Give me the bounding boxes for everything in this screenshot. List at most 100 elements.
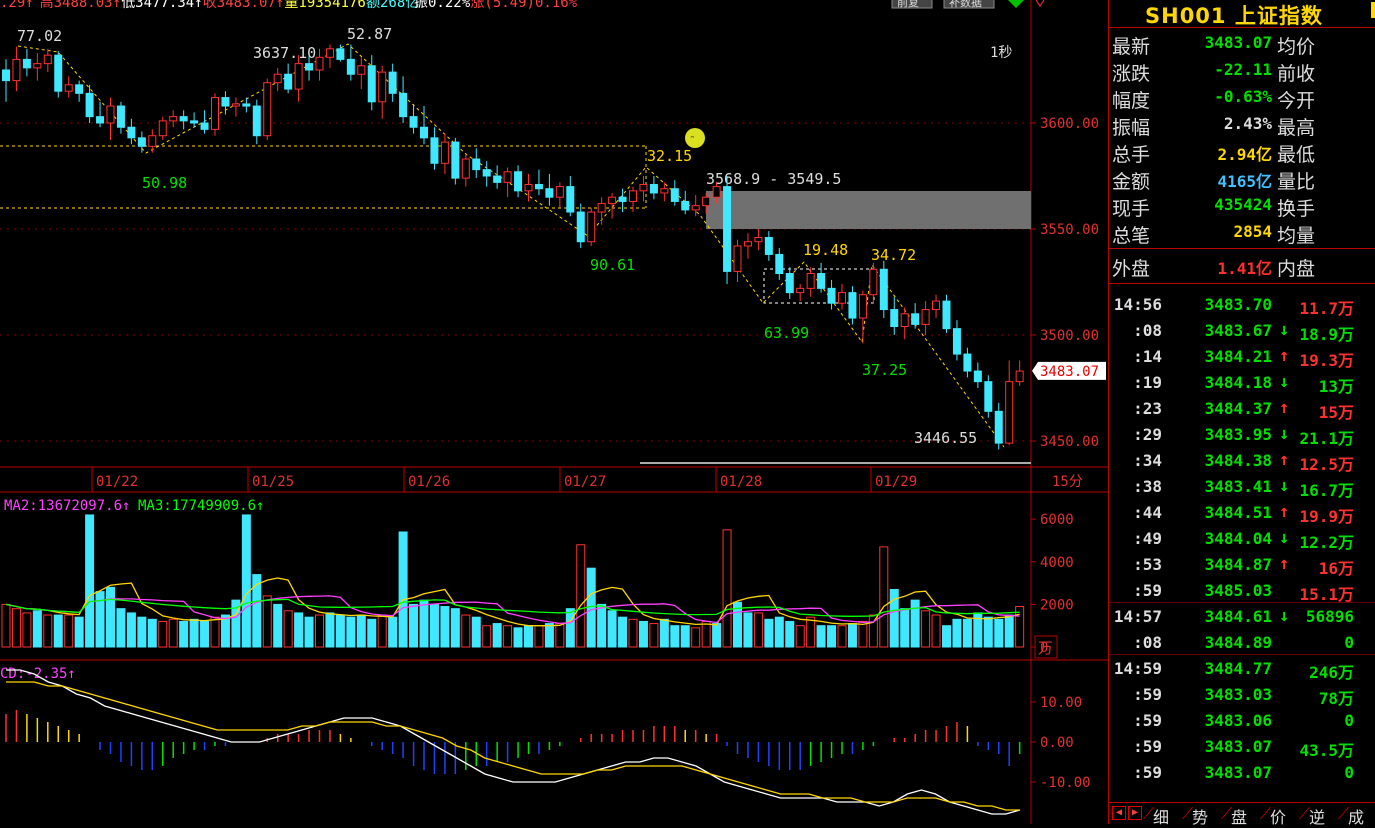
tick-arrow-icon: ↑: [1279, 450, 1290, 470]
tick-row[interactable]: 14:59 3484.77 246万: [1109, 655, 1375, 682]
chart-svg[interactable]: .29↑ 高3488.03↑ 低3477.34↑ 收3483.07↑ 量19354176…: [0, 0, 1108, 824]
volume-bar: [931, 614, 941, 648]
outer-label: 外盘: [1112, 258, 1151, 280]
candle-body: [367, 65, 376, 103]
volume-axis-label: 2000: [1040, 597, 1074, 613]
volume-bar: [638, 620, 648, 648]
volume-legend-0: MA2:13672097.6↑: [4, 498, 130, 514]
tick-row[interactable]: 14:56 3483.70 11.7万: [1109, 291, 1375, 318]
macd-dea-line: [6, 681, 1020, 811]
inner-label: 内盘: [1277, 258, 1316, 280]
candle-body: [576, 211, 585, 243]
candle-body: [629, 190, 637, 202]
candle-body: [869, 268, 878, 296]
date-label: 01/28: [720, 474, 762, 490]
candle-body: [754, 236, 763, 243]
candle-body: [116, 105, 125, 128]
quote-separator: [1109, 248, 1375, 249]
panel-tab[interactable]: 价: [1270, 804, 1286, 828]
candle-body: [357, 65, 366, 75]
tick-row[interactable]: 14:57 3484.61 ↓ 56896: [1109, 603, 1375, 629]
price-annotation: 34.72: [871, 246, 916, 264]
tick-row[interactable]: :38 3483.41 ↓ 16.7万: [1109, 473, 1375, 500]
panel-tab[interactable]: 成: [1348, 804, 1364, 828]
quote-label-2: 最低: [1277, 144, 1316, 166]
tick-arrow-icon: ↓: [1279, 320, 1290, 340]
quote-label-2: 最高: [1277, 117, 1316, 139]
tick-row[interactable]: :59 3483.07 0: [1109, 759, 1375, 785]
panel-tab[interactable]: 细: [1153, 804, 1169, 828]
tick-row[interactable]: :44 3484.51 ↑ 19.9万: [1109, 499, 1375, 526]
date-label: 01/22: [96, 474, 138, 490]
tick-row[interactable]: :14 3484.21 ↑ 19.3万: [1109, 343, 1375, 370]
volume-bar: [283, 610, 293, 648]
tick-time: :38: [1133, 477, 1162, 496]
price-annotation: 77.02: [17, 27, 62, 45]
panel-tab[interactable]: 逆: [1309, 804, 1325, 828]
tick-price: 3484.18: [1204, 373, 1272, 392]
candle-body: [169, 116, 178, 122]
volume-bar: [22, 612, 32, 648]
quote-panel: SH001 上证指数 最新 3483.07 均价 涨跌 -22.11 前收 幅度 -0.63%…: [1108, 0, 1375, 827]
quote-row: 涨跌 -22.11 前收: [1109, 57, 1375, 85]
tick-row[interactable]: :53 3484.87 ↑ 16万: [1109, 551, 1375, 578]
tick-row[interactable]: :19 3484.18 ↓ 13万: [1109, 369, 1375, 396]
topbar-button-label-1: 补数据: [949, 0, 982, 9]
topbar-item-4: 量19354176: [284, 0, 365, 11]
quote-label: 最新: [1112, 36, 1151, 58]
candle-body: [12, 58, 21, 82]
tick-volume: 11.7万: [1299, 299, 1354, 318]
candle-body: [597, 203, 606, 213]
tick-volume: 12.2万: [1299, 533, 1354, 552]
panel-tabs: ◀ ▶ 细 ⟋ 势 ⟋ 盘 ⟋ 价 ⟋ 逆 ⟋ 成 ⟋: [1109, 802, 1375, 827]
volume-bar: [827, 625, 837, 648]
candle-body: [482, 169, 491, 177]
kline-chart-area[interactable]: .29↑ 高3488.03↑ 低3477.34↑ 收3483.07↑ 量19354176…: [0, 0, 1108, 824]
quote-label: 现手: [1112, 198, 1151, 220]
candle-body: [211, 97, 219, 130]
tick-row[interactable]: :23 3484.37 ↑ 15万: [1109, 395, 1375, 422]
panel-tab[interactable]: 盘: [1231, 804, 1247, 828]
price-annotation: 50.98: [142, 174, 187, 192]
volume-bar: [294, 612, 304, 648]
outer-disk-row: 外盘 1.41亿 内盘: [1109, 252, 1375, 280]
candle-body: [649, 183, 658, 194]
panel-tab[interactable]: 势: [1192, 804, 1208, 828]
candle-body: [388, 71, 397, 94]
candle-body: [660, 188, 669, 194]
quote-row: 总手 2.94亿 最低: [1109, 138, 1375, 166]
topbar-item-5: 额268亿: [366, 0, 419, 11]
tick-row[interactable]: :49 3484.04 ↓ 12.2万: [1109, 525, 1375, 552]
quote-label: 总手: [1112, 144, 1151, 166]
tick-price: 3484.61: [1204, 607, 1272, 626]
volume-bar: [210, 616, 220, 648]
candle-body: [817, 273, 826, 289]
volume-bar: [1, 603, 11, 648]
next-arrow-icon[interactable]: ▶: [1128, 806, 1142, 820]
volume-bar: [137, 616, 147, 648]
volume-bar: [597, 603, 607, 648]
period-label: 1秒: [990, 45, 1012, 61]
candle-body: [75, 84, 84, 94]
candle-body: [973, 370, 982, 383]
tick-row[interactable]: :59 3483.06 0: [1109, 707, 1375, 733]
tick-row[interactable]: :59 3483.07 43.5万: [1109, 733, 1375, 760]
candle-body: [252, 105, 261, 137]
tick-row[interactable]: :08 3484.89 0: [1109, 629, 1375, 655]
candle-body: [524, 183, 533, 192]
tick-time: :19: [1133, 373, 1162, 392]
tick-row[interactable]: :29 3483.95 ↓ 21.1万: [1109, 421, 1375, 448]
volume-bar: [712, 623, 722, 648]
candle-body: [346, 58, 355, 75]
tick-row[interactable]: :59 3485.03 15.1万: [1109, 577, 1375, 604]
prev-arrow-icon[interactable]: ◀: [1112, 806, 1126, 820]
price-annotation: 90.61: [590, 256, 635, 274]
quote-label-2: 均量: [1277, 225, 1316, 247]
volume-bar: [858, 620, 868, 648]
tick-row[interactable]: :34 3484.38 ↑ 12.5万: [1109, 447, 1375, 474]
candle-body: [148, 135, 157, 147]
tick-arrow-icon: ↓: [1279, 606, 1290, 626]
tick-row[interactable]: :08 3483.67 ↓ 18.9万: [1109, 317, 1375, 344]
title-marker: [1371, 2, 1375, 18]
tick-row[interactable]: :59 3483.03 78万: [1109, 681, 1375, 708]
